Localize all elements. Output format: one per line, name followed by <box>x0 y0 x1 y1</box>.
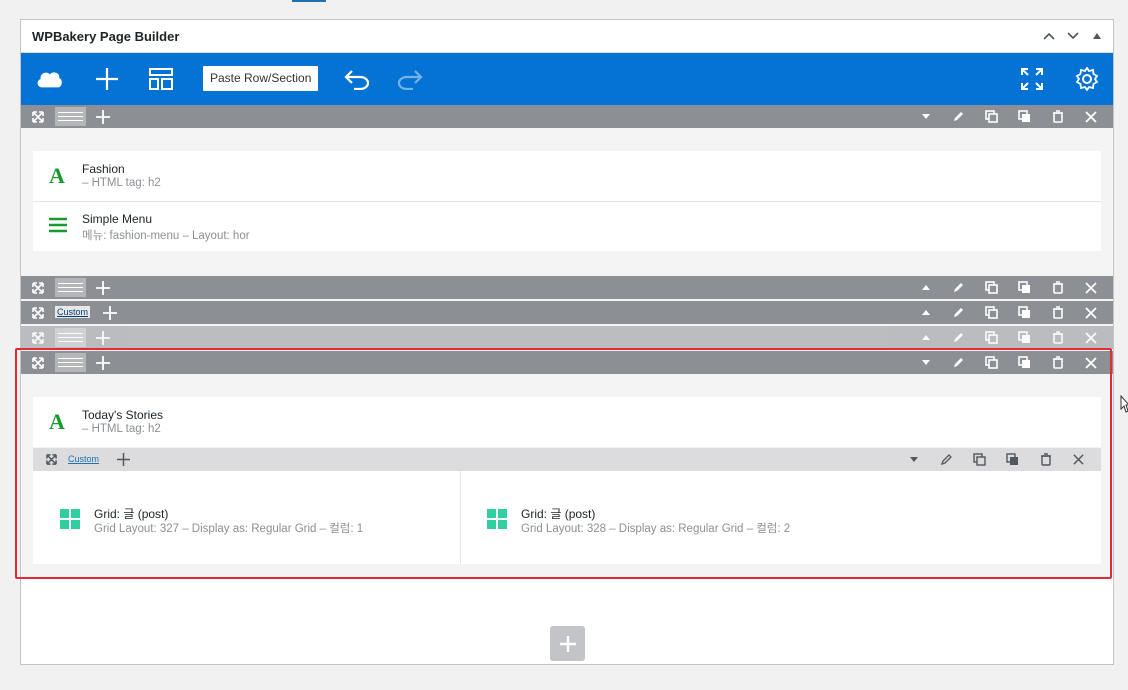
toggle-up-icon[interactable] <box>909 326 942 349</box>
clone-icon[interactable] <box>975 276 1008 299</box>
add-element-button[interactable] <box>550 626 585 661</box>
drag-handle[interactable] <box>55 107 86 126</box>
undo-icon[interactable] <box>343 65 371 93</box>
plus-icon[interactable] <box>93 65 121 93</box>
add-column-icon[interactable] <box>95 276 111 299</box>
clone-icon[interactable] <box>975 105 1008 128</box>
copy-icon[interactable] <box>1008 276 1041 299</box>
drag-handle[interactable] <box>55 278 86 297</box>
chevron-up-icon[interactable] <box>1041 28 1057 44</box>
clone-icon[interactable] <box>975 301 1008 324</box>
drag-handle[interactable] <box>55 328 86 347</box>
element-subtitle: – HTML tag: h2 <box>82 177 161 189</box>
triangle-up-icon[interactable] <box>1089 28 1105 44</box>
delete-icon[interactable] <box>1041 326 1074 349</box>
move-icon[interactable] <box>30 301 46 324</box>
row-content: A Fashion – HTML tag: h2 Simple Menu 메뉴:… <box>33 151 1101 251</box>
text-A-icon: A <box>48 165 68 185</box>
delete-icon[interactable] <box>1041 105 1074 128</box>
add-column-icon[interactable] <box>102 301 118 324</box>
edit-icon[interactable] <box>942 276 975 299</box>
edit-icon[interactable] <box>942 301 975 324</box>
close-icon[interactable] <box>1074 276 1107 299</box>
delete-icon[interactable] <box>1041 276 1074 299</box>
close-icon[interactable] <box>1074 105 1107 128</box>
edit-icon[interactable] <box>942 326 975 349</box>
clone-icon[interactable] <box>975 326 1008 349</box>
paste-row-button[interactable]: Paste Row/Section <box>203 66 319 91</box>
builder-toolbar: Paste Row/Section <box>21 53 1113 105</box>
row-controls-bar <box>21 326 1113 349</box>
gear-icon[interactable] <box>1073 65 1101 93</box>
element-subtitle: 메뉴: fashion-menu – Layout: hor <box>82 230 250 242</box>
redo-icon[interactable] <box>396 65 424 93</box>
toggle-up-icon[interactable] <box>909 276 942 299</box>
element-title: Simple Menu <box>82 212 153 226</box>
edit-icon[interactable] <box>942 105 975 128</box>
move-icon[interactable] <box>30 326 46 349</box>
element-simple-menu[interactable]: Simple Menu 메뉴: fashion-menu – Layout: h… <box>33 201 1101 251</box>
mouse-cursor-icon <box>1120 394 1128 418</box>
custom-layout-link[interactable]: Custom <box>55 306 91 318</box>
admin-tab-indicator <box>292 0 326 2</box>
svg-text:A: A <box>49 165 65 185</box>
move-icon[interactable] <box>30 276 46 299</box>
close-icon[interactable] <box>1074 301 1107 324</box>
copy-icon[interactable] <box>1008 326 1041 349</box>
layout-icon[interactable] <box>147 65 175 93</box>
panel-title: WPBakery Page Builder <box>32 28 180 44</box>
selection-highlight <box>15 348 1112 579</box>
add-column-icon[interactable] <box>95 105 111 128</box>
row-controls-bar: Custom <box>21 301 1113 324</box>
move-icon[interactable] <box>30 105 46 128</box>
element-title: Fashion <box>82 162 125 176</box>
row-controls-bar <box>21 276 1113 299</box>
panel-header: WPBakery Page Builder <box>21 20 1113 53</box>
close-icon[interactable] <box>1074 326 1107 349</box>
delete-icon[interactable] <box>1041 301 1074 324</box>
add-column-icon[interactable] <box>95 326 111 349</box>
toggle-down-icon[interactable] <box>909 105 942 128</box>
toggle-up-icon[interactable] <box>909 301 942 324</box>
cloud-icon[interactable] <box>35 65 63 93</box>
element-fashion[interactable]: A Fashion – HTML tag: h2 <box>33 151 1101 201</box>
chevron-down-icon[interactable] <box>1065 28 1081 44</box>
row-controls-bar <box>21 105 1113 128</box>
fullscreen-icon[interactable] <box>1018 65 1046 93</box>
copy-icon[interactable] <box>1008 301 1041 324</box>
menu-icon <box>48 215 68 235</box>
copy-icon[interactable] <box>1008 105 1041 128</box>
